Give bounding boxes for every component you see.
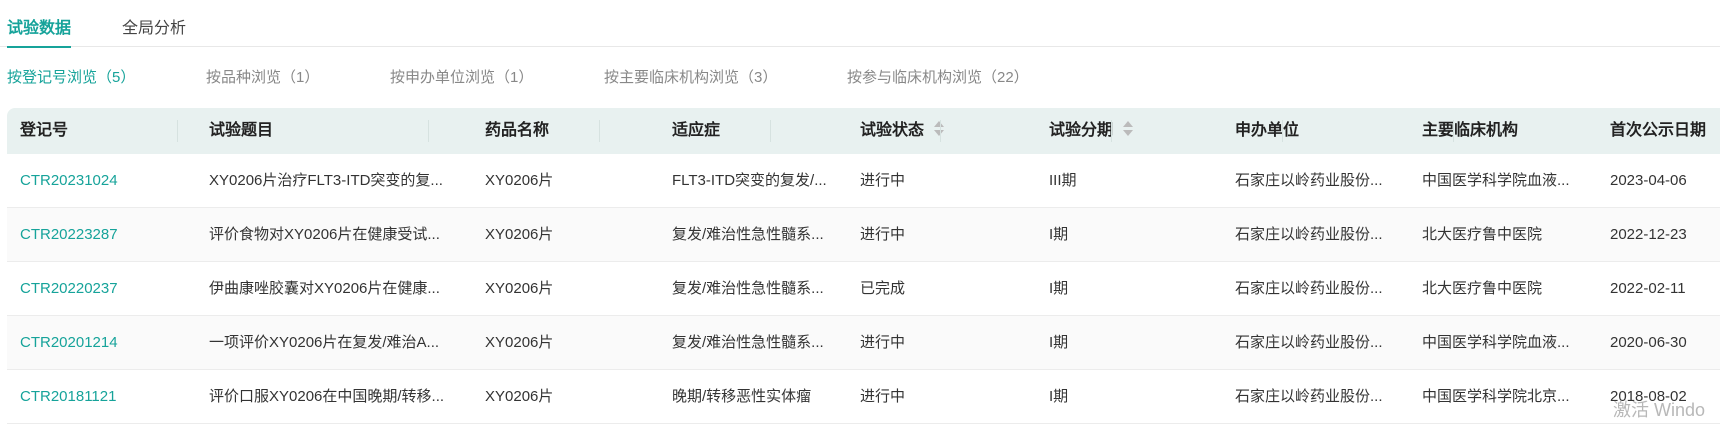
cell-sponsor: 石家庄以岭药业股份...: [1235, 388, 1383, 405]
table-row[interactable]: CTR20201214 一项评价XY0206片在复发/难治A... XY0206…: [7, 316, 1720, 370]
cell-trial-phase: I期: [1049, 226, 1069, 243]
cell-trial-phase: III期: [1049, 172, 1077, 189]
cell-first-publish-date: 2023-04-06: [1610, 172, 1687, 189]
header-registration-no[interactable]: 登记号: [20, 108, 190, 154]
cell-indication: 复发/难治性急性髓系...: [672, 280, 824, 297]
header-drug-name[interactable]: 药品名称: [485, 108, 645, 154]
column-divider: [599, 120, 600, 142]
table-header: 登记号 试验题目 药品名称 适应症 试验状态 试验分期 申办单位 主要临床机构 …: [7, 108, 1720, 154]
column-divider: [177, 120, 178, 142]
cell-drug-name: XY0206片: [485, 226, 554, 243]
cell-drug-name: XY0206片: [485, 172, 554, 189]
cell-first-publish-date: 2022-02-11: [1610, 280, 1686, 297]
table-row[interactable]: CTR20181121 评价口服XY0206在中国晚期/转移... XY0206…: [7, 370, 1720, 424]
cell-indication: 复发/难治性急性髓系...: [672, 334, 824, 351]
header-sponsor[interactable]: 申办单位: [1235, 108, 1395, 154]
cell-indication: 晚期/转移恶性实体瘤: [672, 388, 812, 405]
cell-main-institution: 中国医学科学院血液...: [1422, 172, 1570, 189]
registration-link[interactable]: CTR20220237: [20, 262, 190, 315]
trials-table: 登记号 试验题目 药品名称 适应症 试验状态 试验分期 申办单位 主要临床机构 …: [7, 108, 1720, 424]
cell-drug-name: XY0206片: [485, 388, 554, 405]
cell-first-publish-date: 2020-06-30: [1610, 334, 1687, 351]
cell-trial-title: 评价食物对XY0206片在健康受试...: [209, 226, 440, 243]
cell-trial-status: 进行中: [860, 172, 906, 189]
subtab-by-registration[interactable]: 按登记号浏览（5）: [7, 66, 135, 87]
cell-trial-status: 进行中: [860, 388, 906, 405]
cell-trial-phase: I期: [1049, 334, 1069, 351]
cell-trial-title: XY0206片治疗FLT3-ITD突变的复...: [209, 172, 443, 189]
header-main-institution[interactable]: 主要临床机构: [1422, 108, 1587, 154]
sort-icon[interactable]: [1123, 120, 1134, 137]
subtab-by-participating-institution[interactable]: 按参与临床机构浏览（22）: [847, 66, 1029, 87]
cell-first-publish-date: 2022-12-23: [1610, 226, 1687, 243]
subtab-by-variety[interactable]: 按品种浏览（1）: [206, 66, 319, 87]
cell-main-institution: 中国医学科学院北京...: [1422, 388, 1570, 405]
cell-trial-title: 评价口服XY0206在中国晚期/转移...: [209, 388, 445, 405]
registration-link[interactable]: CTR20201214: [20, 316, 190, 369]
cell-sponsor: 石家庄以岭药业股份...: [1235, 334, 1383, 351]
tab-trial-data[interactable]: 试验数据: [7, 14, 72, 48]
cell-sponsor: 石家庄以岭药业股份...: [1235, 280, 1383, 297]
header-trial-title[interactable]: 试验题目: [209, 108, 449, 154]
browse-mode-tabs: 按登记号浏览（5） 按品种浏览（1） 按申办单位浏览（1） 按主要临床机构浏览（…: [0, 66, 1720, 90]
table-row[interactable]: CTR20231024 XY0206片治疗FLT3-ITD突变的复... XY0…: [7, 154, 1720, 208]
cell-indication: 复发/难治性急性髓系...: [672, 226, 824, 243]
activation-watermark: 激活 Windo: [1613, 400, 1706, 420]
main-tabs: 试验数据 全局分析: [0, 0, 1720, 48]
cell-drug-name: XY0206片: [485, 334, 554, 351]
table-row[interactable]: CTR20220237 伊曲康唑胶囊对XY0206片在健康... XY0206片…: [7, 262, 1720, 316]
cell-trial-status: 进行中: [860, 334, 906, 351]
cell-trial-title: 伊曲康唑胶囊对XY0206片在健康...: [209, 280, 440, 297]
subtab-by-sponsor[interactable]: 按申办单位浏览（1）: [390, 66, 533, 87]
cell-trial-status: 已完成: [860, 280, 906, 297]
cell-indication: FLT3-ITD突变的复发/...: [672, 172, 827, 189]
header-indication[interactable]: 适应症: [672, 108, 842, 154]
column-divider: [1453, 120, 1454, 142]
cell-drug-name: XY0206片: [485, 280, 554, 297]
cell-sponsor: 石家庄以岭药业股份...: [1235, 172, 1383, 189]
column-divider: [1111, 120, 1112, 142]
column-divider: [1282, 120, 1283, 142]
registration-link[interactable]: CTR20181121: [20, 370, 190, 423]
registration-link[interactable]: CTR20231024: [20, 154, 190, 207]
cell-trial-phase: I期: [1049, 388, 1069, 405]
cell-main-institution: 北大医疗鲁中医院: [1422, 226, 1543, 243]
subtab-by-main-institution[interactable]: 按主要临床机构浏览（3）: [604, 66, 777, 87]
cell-trial-phase: I期: [1049, 280, 1069, 297]
column-divider: [770, 120, 771, 142]
tab-global-analysis[interactable]: 全局分析: [122, 14, 186, 38]
table-row[interactable]: CTR20223287 评价食物对XY0206片在健康受试... XY0206片…: [7, 208, 1720, 262]
cell-trial-status: 进行中: [860, 226, 906, 243]
cell-sponsor: 石家庄以岭药业股份...: [1235, 226, 1383, 243]
cell-main-institution: 中国医学科学院血液...: [1422, 334, 1570, 351]
header-trial-phase[interactable]: 试验分期: [1049, 108, 1199, 154]
cell-main-institution: 北大医疗鲁中医院: [1422, 280, 1543, 297]
column-divider: [428, 120, 429, 142]
column-divider: [940, 120, 941, 142]
header-trial-status[interactable]: 试验状态: [860, 108, 1010, 154]
cell-trial-title: 一项评价XY0206片在复发/难治A...: [209, 334, 440, 351]
header-first-publish-date[interactable]: 首次公示日期: [1610, 108, 1720, 154]
registration-link[interactable]: CTR20223287: [20, 208, 190, 261]
